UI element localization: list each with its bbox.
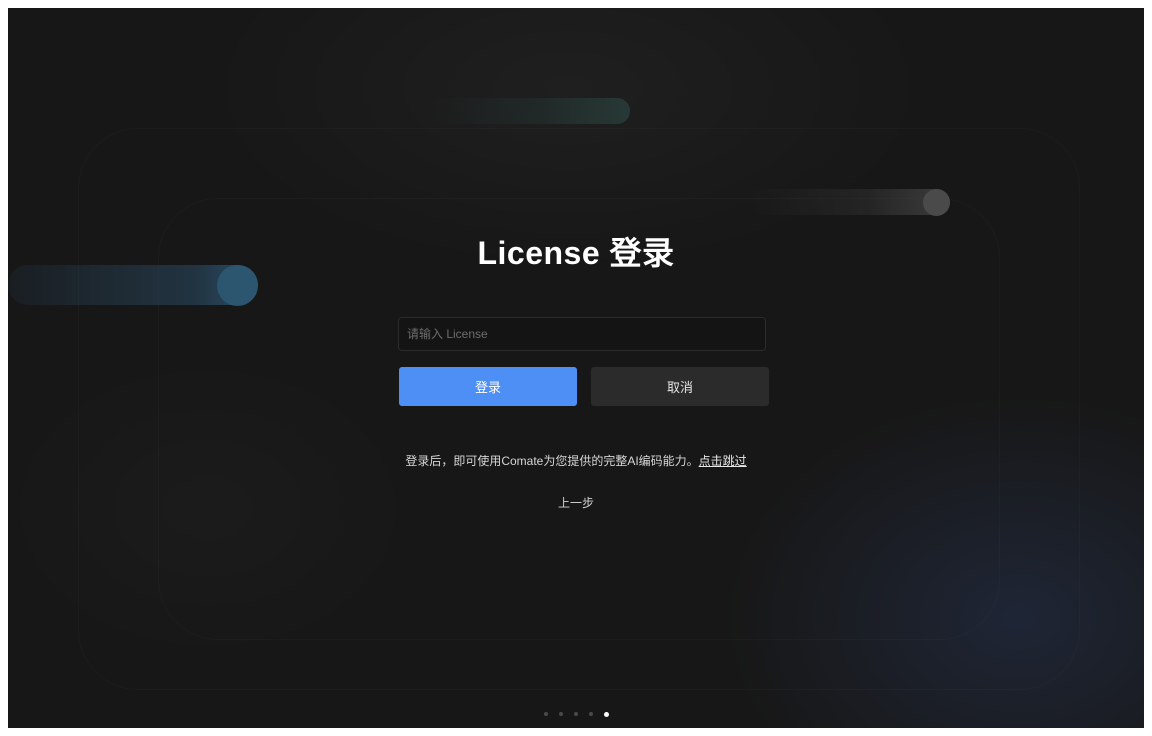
login-screen: License 登录 登录 取消 登录后，即可使用Comate为您提供的完整AI… — [8, 8, 1144, 728]
login-hint: 登录后，即可使用Comate为您提供的完整AI编码能力。点击跳过 — [8, 452, 1144, 469]
pagination-dot[interactable] — [558, 712, 563, 716]
decorative-streak-right — [748, 189, 950, 215]
license-input[interactable] — [398, 317, 766, 351]
page-title: License 登录 — [477, 235, 675, 271]
login-button-label: 登录 — [474, 380, 501, 395]
decorative-dot-right — [923, 189, 950, 216]
login-hint-text: 登录后，即可使用Comate为您提供的完整AI编码能力。 — [405, 454, 699, 468]
cancel-button[interactable]: 取消 — [591, 367, 769, 406]
previous-step-link[interactable]: 上一步 — [558, 496, 594, 510]
login-button[interactable]: 登录 — [399, 367, 577, 406]
pagination-dots — [8, 711, 1144, 717]
pagination-dot[interactable] — [603, 711, 609, 717]
decorative-streak-top — [428, 98, 630, 124]
skip-link[interactable]: 点击跳过 — [699, 454, 747, 468]
pagination-dot[interactable] — [573, 712, 578, 716]
previous-step: 上一步 — [8, 494, 1144, 511]
pagination-dot[interactable] — [543, 712, 548, 716]
cancel-button-label: 取消 — [666, 380, 693, 395]
pagination-dot[interactable] — [588, 712, 593, 716]
